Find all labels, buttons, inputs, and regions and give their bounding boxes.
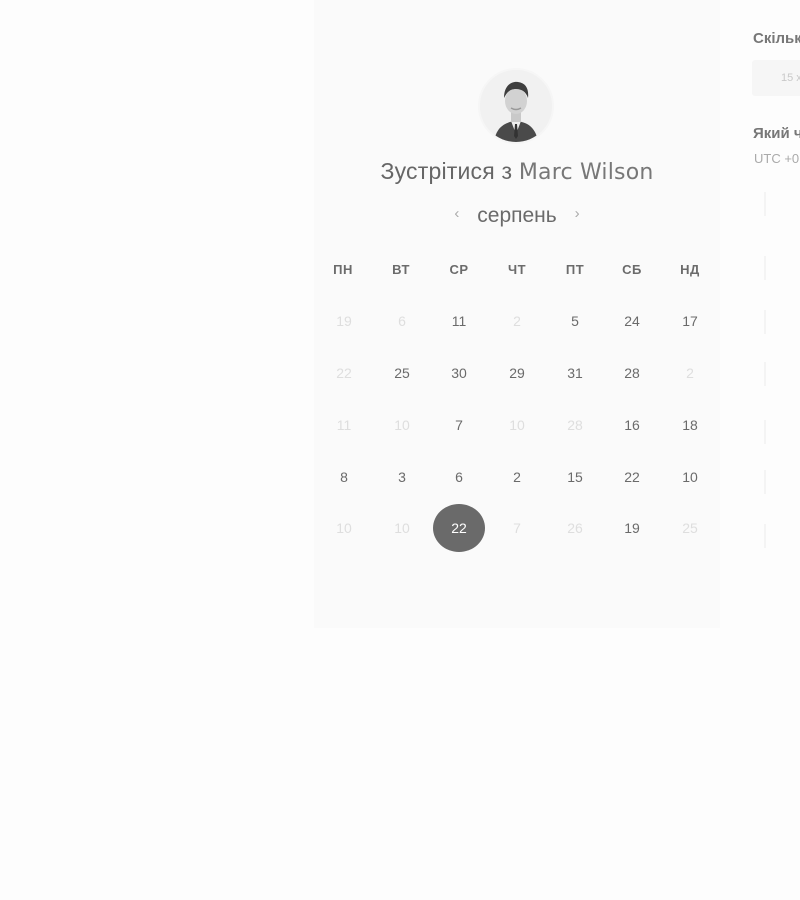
calendar-day[interactable]: 11	[435, 297, 483, 345]
meeting-title: Зустрітися з Marc Wilson	[314, 158, 720, 185]
weekday-label: СБ	[622, 262, 642, 277]
person-portrait-icon	[480, 70, 552, 142]
calendar-day: 2	[686, 365, 694, 381]
chevron-right-icon[interactable]: ›	[575, 205, 580, 222]
time-slot-edge[interactable]	[764, 524, 766, 548]
calendar-day: 10	[509, 417, 525, 433]
calendar-day: 28	[567, 417, 583, 433]
selected-day[interactable]: 22	[433, 504, 485, 552]
time-slot-edge[interactable]	[764, 362, 766, 386]
weekday-label: СР	[449, 262, 469, 277]
calendar-day: 2	[513, 313, 521, 329]
calendar-day: 10	[336, 520, 352, 536]
calendar-day: 10	[394, 520, 410, 536]
calendar-day: 25	[682, 520, 698, 536]
chevron-left-icon[interactable]: ‹	[454, 205, 459, 222]
timezone-label[interactable]: UTC +0	[754, 151, 799, 166]
month-navigation: ‹ серпень ›	[314, 204, 720, 228]
calendar-day[interactable]: 10	[666, 453, 714, 501]
weekday-label: ВТ	[392, 262, 410, 277]
calendar-day[interactable]: 19	[608, 504, 656, 552]
calendar-day: 7	[513, 520, 521, 536]
calendar-day[interactable]: 3	[378, 453, 426, 501]
calendar-day[interactable]: 31	[551, 349, 599, 397]
calendar-day[interactable]: 7	[435, 401, 483, 449]
calendar-day: 22	[336, 365, 352, 381]
weekday-header: ПН ВТ СР ЧТ ПТ СБ НД	[314, 262, 720, 280]
calendar-day[interactable]: 29	[493, 349, 541, 397]
weekday-label: ПТ	[565, 262, 585, 277]
calendar-day[interactable]: 28	[608, 349, 656, 397]
calendar-day[interactable]: 22	[608, 453, 656, 501]
calendar-day: 19	[336, 313, 352, 329]
calendar-day[interactable]: 6	[435, 453, 483, 501]
weekday-label: ПН	[333, 262, 353, 277]
duration-label: Скільки	[753, 30, 800, 47]
time-slot-edge[interactable]	[764, 470, 766, 494]
calendar-day: 11	[336, 417, 352, 433]
time-slot-edge[interactable]	[764, 310, 766, 334]
duration-value: 15 х	[781, 72, 800, 84]
calendar-day[interactable]: 16	[608, 401, 656, 449]
calendar-day: 10	[394, 417, 410, 433]
calendar-day[interactable]: 8	[320, 453, 368, 501]
booking-page: Зустрітися з Marc Wilson ‹ серпень › ПН …	[0, 0, 800, 900]
calendar-day: 26	[567, 520, 583, 536]
time-slot-edge[interactable]	[764, 256, 766, 280]
calendar-day[interactable]: 30	[435, 349, 483, 397]
calendar-day[interactable]: 24	[608, 297, 656, 345]
meeting-title-prefix: Зустрітися з	[380, 158, 513, 184]
time-slot-edge[interactable]	[764, 192, 766, 216]
time-slot-edge[interactable]	[764, 420, 766, 444]
calendar-day[interactable]: 2	[493, 453, 541, 501]
calendar-day[interactable]: 18	[666, 401, 714, 449]
calendar-day[interactable]: 5	[551, 297, 599, 345]
weekday-label: ЧТ	[507, 262, 527, 277]
time-label: Який ч	[753, 125, 800, 142]
calendar-day[interactable]: 17	[666, 297, 714, 345]
host-avatar	[478, 68, 554, 144]
weekday-label: НД	[680, 262, 700, 277]
calendar-day: 6	[398, 313, 406, 329]
calendar-day[interactable]: 25	[378, 349, 426, 397]
host-name: Marc Wilson	[518, 160, 654, 185]
month-label: серпень	[477, 204, 557, 227]
calendar-day[interactable]: 15	[551, 453, 599, 501]
